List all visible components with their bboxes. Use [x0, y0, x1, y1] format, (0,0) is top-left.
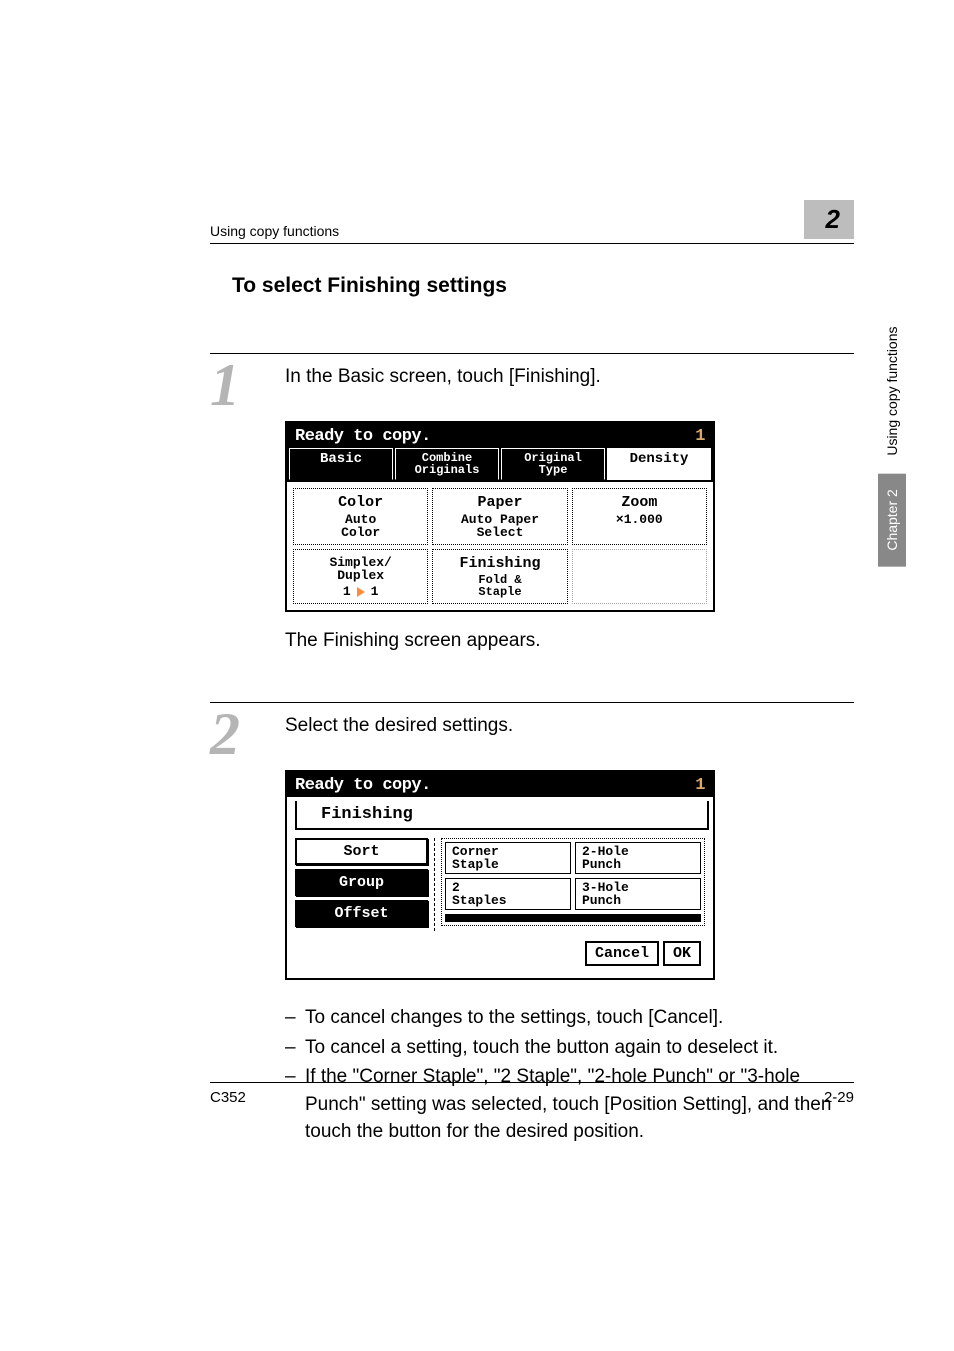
corner-staple-button[interactable]: Corner Staple: [445, 842, 571, 874]
offset-button[interactable]: Offset: [295, 900, 428, 927]
cell-finishing-value: Fold & Staple: [433, 572, 566, 600]
two-hole-punch-button[interactable]: 2-Hole Punch: [575, 842, 701, 874]
cancel-button[interactable]: Cancel: [585, 941, 659, 966]
lcd-status-text: Ready to copy.: [295, 427, 431, 446]
finishing-right-panel: Corner Staple 2-Hole Punch 2 Staples 3-H…: [441, 838, 705, 931]
lcd2-status-text: Ready to copy.: [295, 776, 431, 795]
chapter-number: 2: [826, 204, 840, 235]
step-1: 1 In the Basic screen, touch [Finishing]…: [210, 338, 854, 652]
cell-zoom[interactable]: Zoom ×1.000: [572, 488, 707, 545]
finishing-tab: Finishing: [295, 801, 709, 830]
tab-combine-originals[interactable]: Combine Originals: [395, 448, 499, 480]
header-section-label: Using copy functions: [210, 223, 339, 239]
step-1-text: In the Basic screen, touch [Finishing].: [285, 364, 854, 388]
lcd-status-bar: Ready to copy. 1: [287, 423, 713, 448]
arrow-icon: [357, 587, 365, 597]
step-divider: [210, 353, 854, 354]
cell-color-label: Color: [294, 492, 427, 511]
cell-paper[interactable]: Paper Auto Paper Select: [432, 488, 567, 545]
side-section-label: Using copy functions: [880, 320, 904, 461]
sort-button[interactable]: Sort: [295, 838, 428, 865]
side-tab: Chapter 2 Using copy functions: [878, 320, 906, 567]
lcd-tabs: Basic Combine Originals Original Type De…: [287, 448, 713, 482]
cell-zoom-value: ×1.000: [573, 511, 706, 528]
lcd2-status-bar: Ready to copy. 1: [287, 772, 713, 797]
step-2: 2 Select the desired settings. Ready to …: [210, 687, 854, 1146]
bullet-2: To cancel a setting, touch the button ag…: [305, 1034, 854, 1062]
lcd-basic-screen: Ready to copy. 1 Basic Combine Originals…: [285, 421, 715, 612]
cell-finishing[interactable]: Finishing Fold & Staple: [432, 549, 567, 604]
cell-paper-value: Auto Paper Select: [433, 511, 566, 541]
header-chapter: 2: [804, 200, 854, 239]
cell-simplex-value: 11: [294, 583, 427, 600]
three-hole-punch-button[interactable]: 3-Hole Punch: [575, 878, 701, 910]
lcd-basic-grid: Color Auto Color Paper Auto Paper Select…: [287, 482, 713, 610]
step-number-1: 1: [210, 364, 265, 406]
side-chapter-label: Chapter 2: [878, 473, 906, 566]
option-bar: [445, 914, 701, 922]
step-2-text: Select the desired settings.: [285, 713, 854, 737]
cell-simplex-duplex[interactable]: Simplex/ Duplex 11: [293, 549, 428, 604]
step-2-bullets: –To cancel changes to the settings, touc…: [285, 1004, 854, 1146]
tab-basic[interactable]: Basic: [289, 448, 393, 480]
page-footer: C352 2-29: [210, 1082, 854, 1106]
lcd2-copies: 1: [695, 776, 705, 795]
step-number-2: 2: [210, 713, 265, 755]
lcd-finishing-screen: Ready to copy. 1 Finishing Sort Group Of…: [285, 770, 715, 980]
chapter-number-box: 2: [804, 200, 854, 239]
footer-model: C352: [210, 1089, 246, 1106]
cell-color-value: Auto Color: [294, 511, 427, 541]
tab-original-type[interactable]: Original Type: [501, 448, 605, 480]
tab-density[interactable]: Density: [607, 448, 711, 480]
step-divider: [210, 702, 854, 703]
group-button[interactable]: Group: [295, 869, 428, 896]
section-title: To select Finishing settings: [232, 274, 854, 298]
footer-page-number: 2-29: [824, 1089, 854, 1106]
bullet-1: To cancel changes to the settings, touch…: [305, 1004, 854, 1032]
ok-button[interactable]: OK: [663, 941, 701, 966]
cell-zoom-label: Zoom: [573, 492, 706, 511]
cell-finishing-label: Finishing: [433, 553, 566, 572]
cell-simplex-label: Simplex/ Duplex: [294, 553, 427, 583]
cell-color[interactable]: Color Auto Color: [293, 488, 428, 545]
two-staples-button[interactable]: 2 Staples: [445, 878, 571, 910]
finishing-left-panel: Sort Group Offset: [295, 838, 435, 931]
cell-empty: [572, 549, 707, 604]
page-header: Using copy functions 2: [210, 200, 854, 244]
lcd-copies: 1: [695, 427, 705, 446]
step-1-result-text: The Finishing screen appears.: [285, 630, 854, 652]
cell-paper-label: Paper: [433, 492, 566, 511]
